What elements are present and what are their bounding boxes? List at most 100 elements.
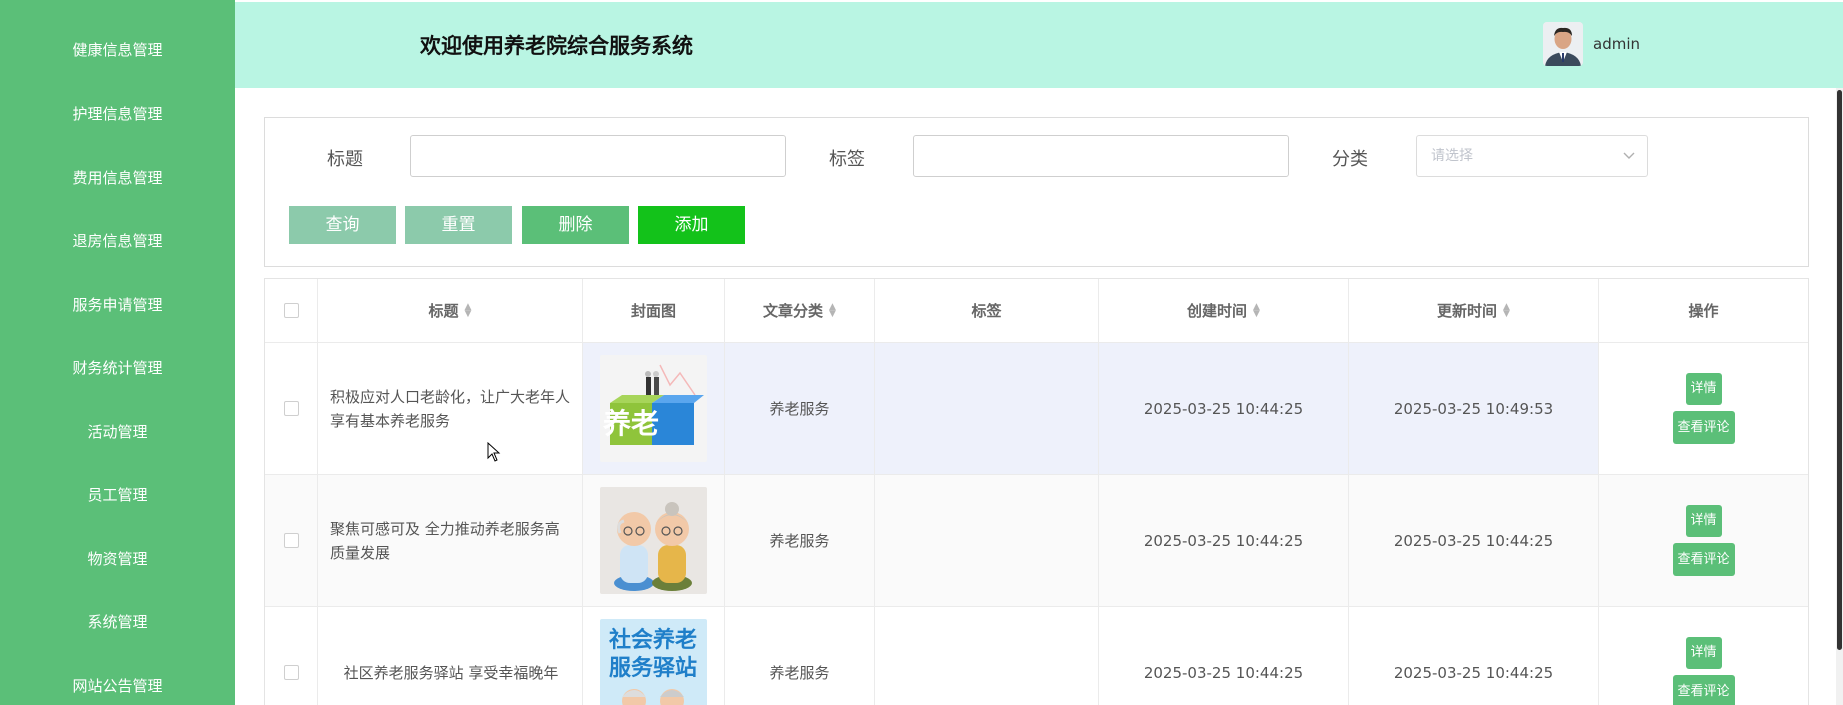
- view-comments-button[interactable]: 查看评论: [1672, 411, 1735, 444]
- title-field-label: 标题: [327, 149, 363, 170]
- sidebar-item-checkout[interactable]: 退房信息管理: [0, 221, 235, 261]
- col-category-label: 文章分类: [763, 302, 824, 320]
- sidebar-item-staff[interactable]: 员工管理: [0, 475, 235, 515]
- row-cover-cell: [583, 475, 725, 606]
- category-select-placeholder: 请选择: [1431, 148, 1473, 164]
- col-category[interactable]: 文章分类 ▲ ▼: [725, 279, 875, 342]
- category-select[interactable]: 请选择: [1416, 135, 1648, 177]
- add-button[interactable]: 添加: [638, 206, 745, 244]
- row-updated-cell: 2025-03-25 10:44:25: [1349, 475, 1599, 606]
- table-row[interactable]: 社区养老服务驿站 享受幸福晚年 社会养老 服务驿站 养老服务 2025-03-2…: [265, 607, 1808, 705]
- row-actions-cell: 详情 查看评论: [1599, 607, 1808, 705]
- header: 欢迎使用养老院综合服务系统 admin: [235, 2, 1843, 88]
- sidebar: 健康信息管理 护理信息管理 费用信息管理 退房信息管理 服务申请管理 财务统计管…: [0, 0, 235, 705]
- row-tag-cell: [875, 343, 1099, 474]
- cover-image[interactable]: [600, 487, 707, 594]
- col-actions: 操作: [1599, 279, 1808, 342]
- col-tag: 标签: [875, 279, 1099, 342]
- col-created[interactable]: 创建时间 ▲ ▼: [1099, 279, 1349, 342]
- select-all-checkbox[interactable]: [283, 303, 299, 318]
- row-actions: 详情 查看评论: [1672, 505, 1735, 576]
- row-checkbox[interactable]: [283, 401, 299, 416]
- col-cover: 封面图: [583, 279, 725, 342]
- sidebar-item-finance[interactable]: 财务统计管理: [0, 348, 235, 388]
- chevron-down-icon: [1623, 136, 1635, 192]
- articles-table: 标题 ▲ ▼ 封面图 文章分类 ▲ ▼ 标签 创建时间 ▲ ▼ 更新时间 ▲ ▼ 操作: [264, 278, 1809, 705]
- cover-image[interactable]: 养老: [600, 355, 707, 462]
- col-cover-label: 封面图: [630, 302, 676, 320]
- view-comments-button[interactable]: 查看评论: [1672, 675, 1735, 705]
- category-field-label: 分类: [1332, 149, 1368, 170]
- scrollbar-thumb[interactable]: [1837, 90, 1842, 650]
- row-checkbox[interactable]: [283, 533, 299, 548]
- reset-button[interactable]: 重置: [405, 206, 512, 244]
- sidebar-item-activity[interactable]: 活动管理: [0, 412, 235, 452]
- row-updated-cell: 2025-03-25 10:49:53: [1349, 343, 1599, 474]
- row-actions-cell: 详情 查看评论: [1599, 475, 1808, 606]
- row-created-cell: 2025-03-25 10:44:25: [1099, 475, 1349, 606]
- sidebar-item-system[interactable]: 系统管理: [0, 602, 235, 642]
- delete-button[interactable]: 删除: [522, 206, 629, 244]
- page-title: 欢迎使用养老院综合服务系统: [420, 34, 693, 58]
- sidebar-item-supplies[interactable]: 物资管理: [0, 539, 235, 579]
- search-panel: 标题 标签 分类 请选择 查询 重置 删除 添加: [264, 117, 1809, 267]
- user-avatar-icon: [1543, 22, 1583, 66]
- row-category-cell: 养老服务: [725, 475, 875, 606]
- sidebar-item-announcements[interactable]: 网站公告管理: [0, 666, 235, 705]
- row-created: 2025-03-25 10:44:25: [1143, 399, 1304, 418]
- row-category: 养老服务: [769, 664, 830, 682]
- col-title[interactable]: 标题 ▲ ▼: [318, 279, 583, 342]
- sort-caret-icon[interactable]: ▲ ▼: [829, 302, 836, 318]
- sort-caret-icon[interactable]: ▲ ▼: [465, 302, 472, 318]
- sort-caret-icon[interactable]: ▲ ▼: [1253, 302, 1260, 318]
- tag-field-label: 标签: [829, 149, 865, 170]
- row-updated: 2025-03-25 10:44:25: [1393, 531, 1554, 550]
- sort-caret-icon[interactable]: ▲ ▼: [1503, 302, 1510, 318]
- row-cover-cell: 社会养老 服务驿站: [583, 607, 725, 705]
- row-tag-cell: [875, 607, 1099, 705]
- vertical-scrollbar[interactable]: [1836, 88, 1843, 705]
- cover-image-community-station: 社会养老 服务驿站: [600, 619, 707, 705]
- cover-text-line1: 社会养老: [609, 627, 697, 653]
- cover-image-elderly-care: 养老: [600, 355, 707, 462]
- row-actions-cell: 详情 查看评论: [1599, 343, 1808, 474]
- avatar[interactable]: [1543, 22, 1583, 66]
- row-category: 养老服务: [769, 532, 830, 550]
- row-title-cell: 积极应对人口老龄化，让广大老年人享有基本养老服务: [318, 343, 583, 474]
- row-title-cell: 聚焦可感可及 全力推动养老服务高质量发展: [318, 475, 583, 606]
- title-search-input[interactable]: [410, 135, 786, 177]
- detail-button[interactable]: 详情: [1685, 505, 1722, 537]
- row-category-cell: 养老服务: [725, 343, 875, 474]
- cover-text: 养老: [603, 407, 659, 440]
- sidebar-item-fees[interactable]: 费用信息管理: [0, 158, 235, 198]
- sidebar-item-health[interactable]: 健康信息管理: [0, 30, 235, 70]
- sidebar-item-nursing[interactable]: 护理信息管理: [0, 94, 235, 134]
- col-updated[interactable]: 更新时间 ▲ ▼: [1349, 279, 1599, 342]
- user-menu[interactable]: admin: [1543, 22, 1640, 66]
- row-checkbox[interactable]: [283, 665, 299, 680]
- col-actions-label: 操作: [1688, 302, 1719, 320]
- row-title-cell: 社区养老服务驿站 享受幸福晚年: [318, 607, 583, 705]
- view-comments-button[interactable]: 查看评论: [1672, 543, 1735, 576]
- row-actions: 详情 查看评论: [1672, 373, 1735, 444]
- detail-button[interactable]: 详情: [1685, 637, 1722, 669]
- row-updated-cell: 2025-03-25 10:44:25: [1349, 607, 1599, 705]
- cover-image-elderly-couple: [600, 487, 707, 594]
- detail-button[interactable]: 详情: [1685, 373, 1722, 405]
- cover-image[interactable]: 社会养老 服务驿站: [600, 619, 707, 705]
- col-created-label: 创建时间: [1187, 302, 1248, 320]
- row-created-cell: 2025-03-25 10:44:25: [1099, 607, 1349, 705]
- tag-search-input[interactable]: [913, 135, 1289, 177]
- row-category-cell: 养老服务: [725, 607, 875, 705]
- col-tag-label: 标签: [971, 302, 1002, 320]
- row-title: 社区养老服务驿站 享受幸福晚年: [343, 663, 559, 682]
- row-select-cell: [265, 475, 318, 606]
- table-row[interactable]: 聚焦可感可及 全力推动养老服务高质量发展 养老服务 2025-03-25 10:…: [265, 475, 1808, 607]
- query-button[interactable]: 查询: [289, 206, 396, 244]
- sidebar-item-service-request[interactable]: 服务申请管理: [0, 285, 235, 325]
- select-all-cell: [265, 279, 318, 342]
- username[interactable]: admin: [1593, 35, 1640, 53]
- mouse-cursor-icon: [487, 442, 501, 462]
- table-header-row: 标题 ▲ ▼ 封面图 文章分类 ▲ ▼ 标签 创建时间 ▲ ▼ 更新时间 ▲ ▼ 操作: [265, 279, 1808, 343]
- cover-text-line2: 服务驿站: [609, 656, 697, 681]
